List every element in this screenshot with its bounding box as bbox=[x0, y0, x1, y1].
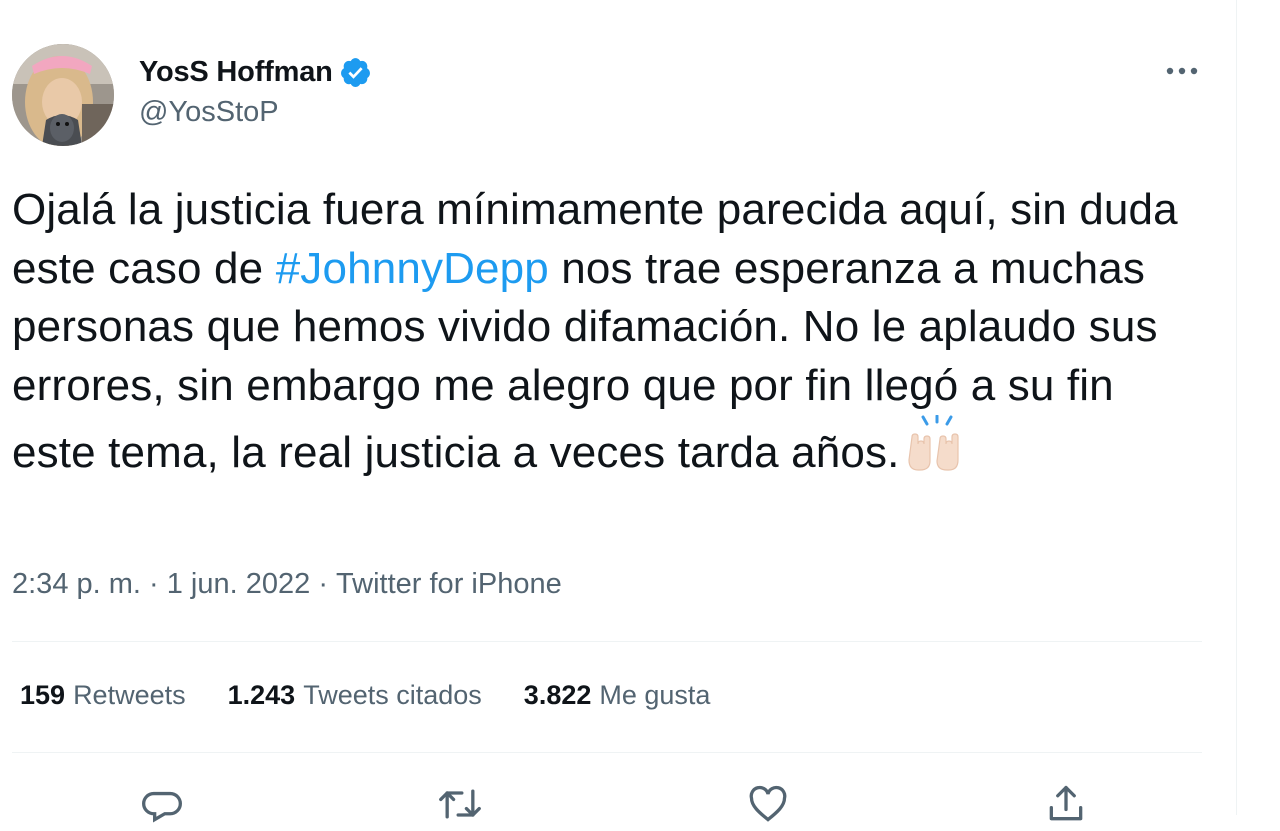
tweet-meta: 2:34 p. m. · 1 jun. 2022 · Twitter for i… bbox=[12, 568, 562, 601]
divider bbox=[12, 641, 1202, 642]
like-button[interactable] bbox=[740, 774, 796, 830]
share-icon bbox=[1044, 774, 1088, 831]
tweet-text: Ojalá la justicia fuera mínimamente pare… bbox=[12, 181, 1202, 483]
reply-button[interactable] bbox=[134, 774, 190, 830]
meta-separator: · bbox=[310, 568, 337, 600]
verified-badge-icon bbox=[339, 56, 372, 89]
stat-label: Tweets citados bbox=[303, 680, 482, 710]
tweet-source[interactable]: Twitter for iPhone bbox=[336, 568, 562, 601]
author-handle[interactable]: @YosStoP bbox=[139, 96, 279, 129]
raised-hands-icon bbox=[906, 414, 970, 473]
retweets-stat[interactable]: 159 Retweets bbox=[20, 680, 186, 711]
meta-separator: · bbox=[140, 568, 167, 600]
reply-icon bbox=[140, 774, 184, 831]
stat-count: 159 bbox=[20, 680, 66, 710]
stat-label: Retweets bbox=[73, 680, 186, 710]
retweet-button[interactable] bbox=[432, 774, 488, 830]
likes-stat[interactable]: 3.822 Me gusta bbox=[524, 680, 711, 711]
retweet-icon bbox=[438, 774, 482, 831]
avatar[interactable] bbox=[12, 44, 114, 146]
tweet-time[interactable]: 2:34 p. m. bbox=[12, 568, 141, 601]
tweet-detail: YosS Hoffman @YosStoP Ojalá la justicia … bbox=[12, 0, 1202, 823]
tweet-date[interactable]: 1 jun. 2022 bbox=[167, 568, 311, 601]
like-icon bbox=[746, 774, 790, 831]
author-name-row[interactable]: YosS Hoffman bbox=[139, 54, 372, 90]
column-border bbox=[1236, 0, 1237, 815]
divider bbox=[12, 752, 1202, 753]
stat-count: 3.822 bbox=[523, 680, 592, 710]
hashtag-link[interactable]: #JohnnyDepp bbox=[276, 244, 549, 293]
share-button[interactable] bbox=[1038, 774, 1094, 830]
more-options-icon[interactable] bbox=[1162, 55, 1202, 87]
author-name[interactable]: YosS Hoffman bbox=[139, 56, 333, 89]
stat-label: Me gusta bbox=[599, 680, 711, 710]
quote-tweets-stat[interactable]: 1.243 Tweets citados bbox=[228, 680, 482, 711]
tweet-stats: 159 Retweets 1.243 Tweets citados 3.822 Me … bbox=[20, 680, 752, 711]
stat-count: 1.243 bbox=[227, 680, 296, 710]
